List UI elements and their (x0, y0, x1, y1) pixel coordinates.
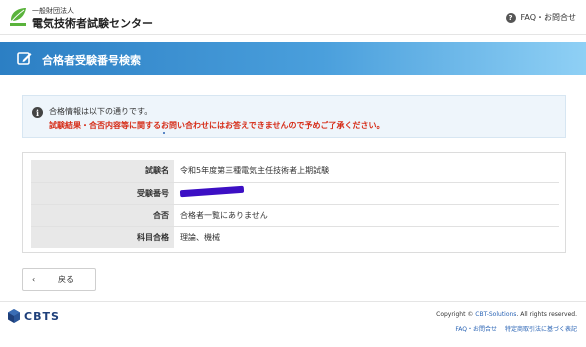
pass-fail-label: 合否 (31, 204, 174, 226)
notice-text: 合格情報は以下の通りです。 (49, 107, 153, 116)
subject-pass-label: 科目合格 (31, 226, 174, 248)
table-row: 試験名 令和5年度第三種電気主任技術者上期試験 (31, 160, 559, 182)
exam-number-label: 受験番号 (31, 182, 174, 204)
faq-contact-label: FAQ・お問合せ (520, 13, 577, 22)
subject-pass-value: 理論、機械 (180, 232, 220, 242)
notice-warning-text: 試験結果・合否内容等に関するお問い合わせにはお答えできませんので予めご了承くださ… (49, 121, 385, 130)
copyright-prefix: Copyright © (436, 311, 476, 318)
edit-icon (17, 52, 32, 65)
table-row: 受験番号 (31, 182, 559, 204)
footer-divider (0, 301, 586, 302)
table-row: 科目合格 理論、機械 (31, 226, 559, 248)
copyright-suffix: . All rights reserved. (516, 311, 577, 318)
exam-name-label: 試験名 (31, 160, 174, 182)
info-circle-icon: i (32, 107, 43, 118)
decorative-dot (163, 132, 165, 134)
leaf-logo-icon (10, 8, 26, 26)
back-button-label: 戻る (58, 275, 74, 284)
footer-law-link[interactable]: 特定商取引法に基づく表記 (505, 324, 577, 333)
page-title-banner: 合格者受験番号検索 (0, 42, 586, 75)
cbt-solutions-link[interactable]: CBT-Solutions (475, 311, 516, 318)
back-button[interactable]: ‹ 戻る (22, 268, 96, 291)
redaction-mark (179, 185, 248, 199)
cbts-brand-text: CBTS (24, 309, 60, 323)
question-circle-icon: ? (505, 12, 516, 23)
footer-faq-link[interactable]: FAQ・お問合せ (455, 324, 497, 333)
cbts-logo: CBTS (8, 309, 60, 323)
footer-links: FAQ・お問合せ 特定商取引法に基づく表記 (455, 324, 577, 333)
result-table: 試験名 令和5年度第三種電気主任技術者上期試験 受験番号 合否 合格者一覧にあり… (31, 160, 559, 248)
notice-box: i 合格情報は以下の通りです。 試験結果・合否内容等に関するお問い合わせにはお答… (22, 95, 566, 138)
page-title: 合格者受験番号検索 (42, 54, 141, 67)
table-row: 合否 合格者一覧にありません (31, 204, 559, 226)
chevron-left-icon: ‹ (32, 275, 36, 284)
faq-contact-link[interactable]: ? FAQ・お問合せ (505, 12, 577, 23)
org-name: 電気技術者試験センター (32, 17, 153, 30)
exam-number-value (174, 182, 559, 204)
exam-name-value: 令和5年度第三種電気主任技術者上期試験 (180, 166, 330, 176)
copyright-text: Copyright © CBT-Solutions. All rights re… (436, 311, 577, 318)
pass-fail-value: 合格者一覧にありません (180, 210, 268, 220)
top-header: 一般財団法人 電気技術者試験センター ? FAQ・お問合せ (0, 0, 586, 35)
result-card: 試験名 令和5年度第三種電気主任技術者上期試験 受験番号 合否 合格者一覧にあり… (22, 152, 566, 253)
cbts-cube-icon (8, 309, 20, 323)
